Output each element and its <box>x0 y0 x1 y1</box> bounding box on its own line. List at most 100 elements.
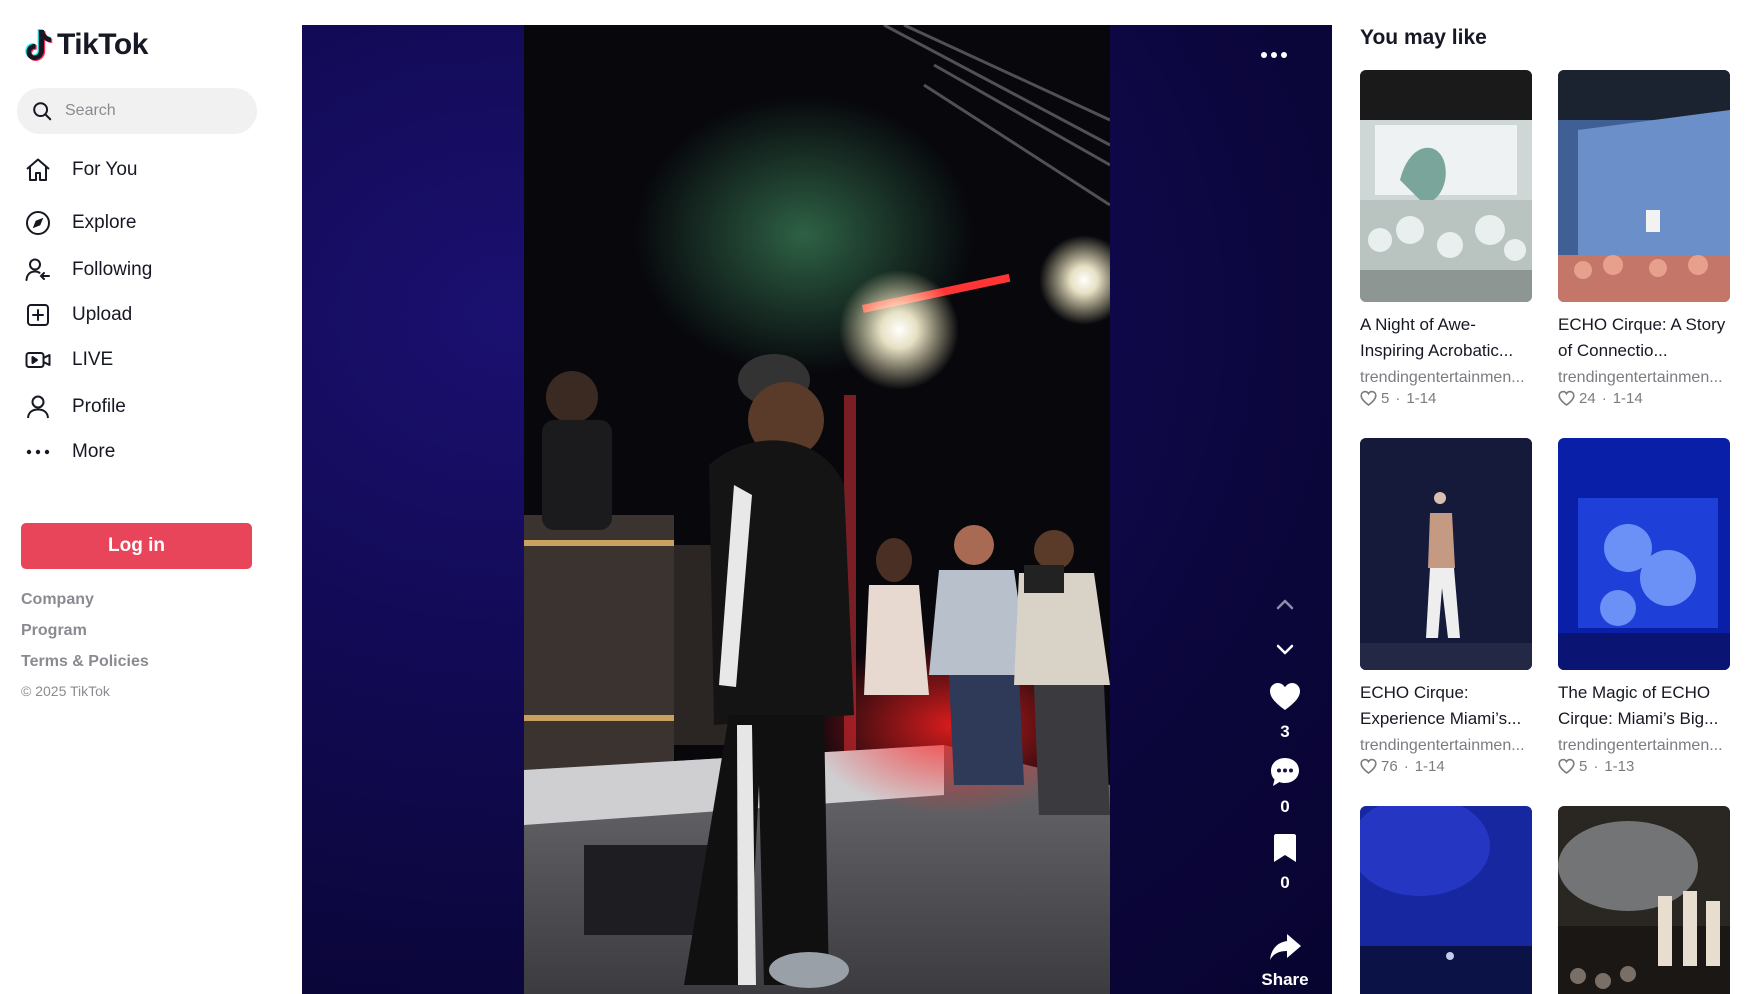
share-button[interactable]: Share <box>1250 930 1320 990</box>
footer-links: Company Program Terms & Policies <box>21 590 149 683</box>
video-title[interactable]: ECHO Cirque: A Story of Connectio... <box>1558 312 1730 364</box>
recommended-video-card[interactable]: ECHO Cirque: Experience Miami’s... trend… <box>1360 438 1532 775</box>
separator-dot: · <box>1601 390 1607 407</box>
live-camera-icon <box>22 344 54 376</box>
video-player[interactable]: 3 0 0 Share <box>302 25 1332 994</box>
nav-item-for-you[interactable]: For You <box>22 150 262 190</box>
upload-icon <box>22 299 54 331</box>
recommended-video-card[interactable] <box>1360 806 1532 994</box>
nav-item-following[interactable]: Following <box>22 250 262 290</box>
video-thumbnail[interactable] <box>1558 806 1730 994</box>
compass-icon <box>22 207 54 239</box>
thumbnail-image <box>1558 806 1730 994</box>
recommendations-panel: You may like A Night of Awe-Inspiring Ac… <box>1360 0 1759 994</box>
nav-item-upload[interactable]: Upload <box>22 295 262 335</box>
search-input[interactable] <box>65 102 245 120</box>
following-icon <box>22 254 54 286</box>
more-dots-icon <box>22 436 54 468</box>
recommended-video-card[interactable] <box>1558 806 1730 994</box>
heart-icon <box>1270 683 1300 710</box>
tiktok-logo[interactable]: TikTok <box>25 28 148 62</box>
like-count: 5 <box>1579 758 1588 775</box>
video-title[interactable]: The Magic of ECHO Cirque: Miami’s Big... <box>1558 680 1730 732</box>
thumbnail-image <box>1558 438 1730 670</box>
video-options-icon[interactable] <box>1254 43 1294 67</box>
video-thumbnail[interactable] <box>1360 70 1532 302</box>
recommended-video-card[interactable]: The Magic of ECHO Cirque: Miami’s Big...… <box>1558 438 1730 775</box>
nav-item-explore[interactable]: Explore <box>22 203 262 243</box>
nav-label: Profile <box>72 396 126 417</box>
search-icon <box>33 102 52 121</box>
bookmark-count: 0 <box>1280 873 1290 892</box>
heart-outline-icon <box>1558 390 1575 406</box>
like-count: 24 <box>1579 390 1596 407</box>
thumbnail-image <box>1360 70 1532 302</box>
footer-link-company[interactable]: Company <box>21 590 149 621</box>
copyright: © 2025 TikTok <box>21 683 110 699</box>
post-date: 1-13 <box>1604 758 1635 775</box>
video-thumbnail[interactable] <box>1360 438 1532 670</box>
heart-outline-icon <box>1360 390 1377 406</box>
sidebar: TikTok For You Explore Following <box>0 0 270 994</box>
recommendations-title: You may like <box>1360 26 1487 49</box>
thumbnail-image <box>1558 70 1730 302</box>
separator-dot: · <box>1395 390 1401 407</box>
nav-label: LIVE <box>72 349 114 370</box>
separator-dot: · <box>1403 758 1409 775</box>
recommended-video-card[interactable]: ECHO Cirque: A Story of Connectio... tre… <box>1558 70 1730 407</box>
video-thumbnail[interactable] <box>1360 806 1532 994</box>
video-meta: 24 · 1-14 <box>1558 390 1730 407</box>
home-icon <box>22 154 54 186</box>
comment-icon <box>1271 758 1299 786</box>
bookmark-icon <box>1274 834 1296 862</box>
nav-label: Upload <box>72 304 133 325</box>
recommended-video-card[interactable]: A Night of Awe-Inspiring Acrobatic... tr… <box>1360 70 1532 407</box>
thumbnail-image <box>1360 806 1532 994</box>
like-count: 76 <box>1381 758 1398 775</box>
like-count: 5 <box>1381 390 1390 407</box>
previous-video-chevron-up-icon[interactable] <box>1270 592 1300 616</box>
share-label: Share <box>1261 970 1309 989</box>
app-name: TikTok <box>57 28 148 61</box>
video-scene-image <box>524 25 1110 994</box>
video-meta: 5 · 1-13 <box>1558 758 1730 775</box>
author-name[interactable]: trendingentertainmen... <box>1360 737 1532 755</box>
next-video-chevron-down-icon[interactable] <box>1270 638 1300 662</box>
heart-outline-icon <box>1360 758 1377 774</box>
thumbnail-image <box>1360 438 1532 670</box>
nav-item-live[interactable]: LIVE <box>22 340 262 380</box>
bookmark-button[interactable]: 0 <box>1265 831 1305 893</box>
profile-icon <box>22 391 54 423</box>
video-thumbnail[interactable] <box>1558 438 1730 670</box>
nav-label: Explore <box>72 212 137 233</box>
login-button[interactable]: Log in <box>21 523 252 569</box>
post-date: 1-14 <box>1612 390 1643 407</box>
author-name[interactable]: trendingentertainmen... <box>1558 737 1730 755</box>
post-date: 1-14 <box>1414 758 1445 775</box>
video-title[interactable]: A Night of Awe-Inspiring Acrobatic... <box>1360 312 1532 364</box>
video-thumbnail[interactable] <box>1558 70 1730 302</box>
comment-count: 0 <box>1280 797 1290 816</box>
video-title[interactable]: ECHO Cirque: Experience Miami’s... <box>1360 680 1532 732</box>
footer-link-program[interactable]: Program <box>21 621 149 652</box>
author-name[interactable]: trendingentertainmen... <box>1558 369 1730 387</box>
like-count: 3 <box>1280 722 1290 741</box>
nav-label: Following <box>72 259 153 280</box>
footer-link-terms[interactable]: Terms & Policies <box>21 652 149 683</box>
search-box[interactable] <box>17 88 257 134</box>
nav-item-profile[interactable]: Profile <box>22 387 262 427</box>
nav-label: More <box>72 441 116 462</box>
nav-label: For You <box>72 159 138 180</box>
video-frame[interactable] <box>524 25 1110 994</box>
video-meta: 5 · 1-14 <box>1360 390 1532 407</box>
nav-item-more[interactable]: More <box>22 432 262 472</box>
heart-outline-icon <box>1558 758 1575 774</box>
tiktok-logo-icon <box>25 29 53 61</box>
like-button[interactable]: 3 <box>1265 680 1305 742</box>
comment-button[interactable]: 0 <box>1265 755 1305 817</box>
share-arrow-icon <box>1270 934 1301 960</box>
post-date: 1-14 <box>1406 390 1437 407</box>
separator-dot: · <box>1593 758 1599 775</box>
author-name[interactable]: trendingentertainmen... <box>1360 369 1532 387</box>
video-meta: 76 · 1-14 <box>1360 758 1532 775</box>
